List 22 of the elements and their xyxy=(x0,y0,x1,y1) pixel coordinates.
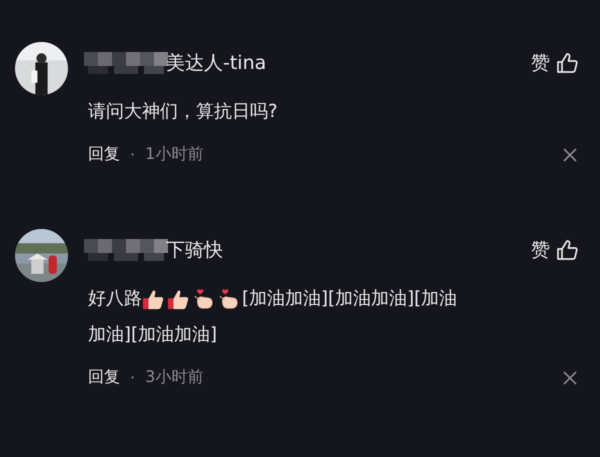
timestamp: 1小时前 xyxy=(145,144,204,165)
close-icon[interactable] xyxy=(562,370,578,386)
thumbs-up-icon xyxy=(142,288,164,310)
username[interactable]: 下骑快 xyxy=(166,237,223,263)
thumbs-up-icon xyxy=(167,288,189,310)
reply-link[interactable]: 回复 xyxy=(88,367,120,388)
finger-heart-icon xyxy=(217,288,239,310)
comment-text: 加油][加油加油] xyxy=(88,324,218,346)
comment-text: [加油加油][加油加油][加油 xyxy=(242,288,458,310)
thumbs-up-icon xyxy=(556,239,578,261)
thumbs-up-icon xyxy=(556,52,578,74)
comment-text: 好八路 xyxy=(88,288,142,310)
comment-text: 请问大神们，算抗日吗? xyxy=(88,101,278,123)
finger-heart-icon xyxy=(192,288,214,310)
timestamp: 3小时前 xyxy=(145,367,204,388)
reply-link[interactable]: 回复 xyxy=(88,144,120,165)
like-button[interactable]: 赞 xyxy=(531,50,578,76)
username[interactable]: 美达人-tina xyxy=(166,50,266,76)
separator-dot: · xyxy=(130,368,136,387)
like-button[interactable]: 赞 xyxy=(531,237,578,263)
separator-dot: · xyxy=(130,145,136,164)
close-icon[interactable] xyxy=(562,146,578,162)
